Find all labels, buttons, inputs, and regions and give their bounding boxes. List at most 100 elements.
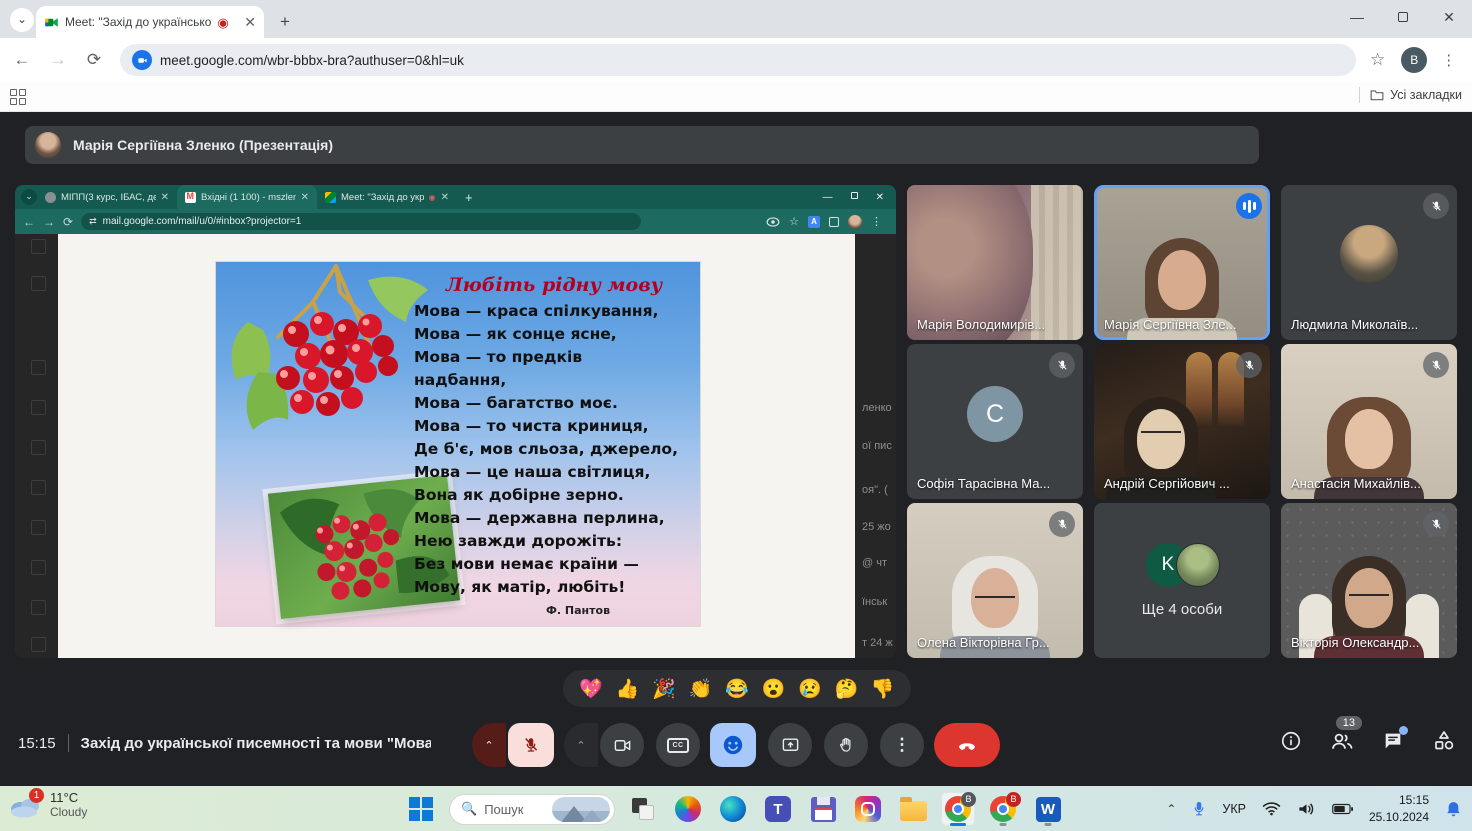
participant-tile[interactable]: Олена Вікторівна Гр... xyxy=(907,503,1083,658)
participant-tile[interactable]: Людмила Миколаїв... xyxy=(1281,185,1457,340)
shared-forward-icon: → xyxy=(43,215,55,229)
shared-tab-gmail: Вхідні (1 100) - mszlenko.fulkm ✕ xyxy=(177,185,317,209)
participant-tile[interactable]: Марія Володимирів... xyxy=(907,185,1083,340)
profile-avatar[interactable]: B xyxy=(1401,47,1427,73)
meeting-details-button[interactable] xyxy=(1280,730,1302,752)
search-placeholder: Пошук xyxy=(484,802,545,817)
system-tray: ⌃ УКР 15:15 25.10.2024 xyxy=(1166,786,1462,831)
people-panel-button[interactable]: 13 xyxy=(1330,730,1354,752)
hidden-icons-chevron[interactable]: ⌃ xyxy=(1166,802,1176,816)
window-maximize-button[interactable] xyxy=(1380,0,1426,36)
participant-tile[interactable]: Анастасія Михайлів... xyxy=(1281,344,1457,499)
battery-icon[interactable] xyxy=(1332,803,1353,815)
mic-options-chevron[interactable]: ⌃ xyxy=(472,723,506,767)
chrome-profile2-button[interactable]: B xyxy=(986,792,1020,826)
people-icon xyxy=(1330,730,1354,752)
browser-tab-meet[interactable]: Meet: "Захід до українсько ◉ ✕ xyxy=(36,6,264,38)
instagram-button[interactable] xyxy=(851,792,885,826)
shared-tab3-close-icon: ✕ xyxy=(441,192,449,203)
task-view-button[interactable] xyxy=(626,792,660,826)
teams-button[interactable]: T xyxy=(761,792,795,826)
shared-menu-icon: ⋮ xyxy=(871,215,882,228)
edge-icon xyxy=(720,796,746,822)
taskbar-search[interactable]: 🔍 Пошук xyxy=(449,794,615,825)
taskbar-clock[interactable]: 15:15 25.10.2024 xyxy=(1369,792,1429,824)
save-app-button[interactable] xyxy=(806,792,840,826)
camera-button[interactable] xyxy=(600,723,644,767)
present-icon xyxy=(781,736,800,755)
present-button[interactable] xyxy=(768,723,812,767)
meet-favicon xyxy=(44,15,59,30)
reaction-party[interactable]: 🎉 xyxy=(652,677,676,701)
forward-button[interactable]: → xyxy=(44,50,72,70)
reaction-thumbs-up[interactable]: 👍 xyxy=(616,677,640,701)
window-minimize-button[interactable]: — xyxy=(1334,0,1380,36)
activities-button[interactable] xyxy=(1432,730,1456,752)
tab-close-icon[interactable]: ✕ xyxy=(244,14,256,31)
reaction-cry[interactable]: 😢 xyxy=(798,677,822,701)
shared-tab-moodle: МІПП(3 курс, ІБАС, денна): МК ✕ xyxy=(37,185,177,209)
mic-in-use-icon[interactable] xyxy=(1192,800,1206,818)
tray-time: 15:15 xyxy=(1369,792,1429,808)
captions-button[interactable]: CC xyxy=(656,723,700,767)
presenter-name: Марія Сергіївна Зленко (Презентація) xyxy=(73,137,333,153)
taskbar-center: 🔍 Пошук T B B W xyxy=(404,791,1065,827)
participant-letter-avatar: C xyxy=(967,386,1023,442)
reactions-button[interactable] xyxy=(710,723,756,767)
all-bookmarks-button[interactable]: Усі закладки xyxy=(1359,87,1462,103)
folder-icon xyxy=(900,801,927,821)
overflow-photo-avatar xyxy=(1176,543,1220,587)
bookmark-star-icon[interactable]: ☆ xyxy=(1370,50,1385,70)
participant-tile[interactable]: Андрій Сергійович ... xyxy=(1094,344,1270,499)
reaction-thumbs-down[interactable]: 👎 xyxy=(871,677,895,701)
reactions-bar: 💖 👍 🎉 👏 😂 😮 😢 🤔 👎 xyxy=(563,670,911,707)
word-button[interactable]: W xyxy=(1031,792,1065,826)
address-bar[interactable]: meet.google.com/wbr-bbbx-bra?authuser=0&… xyxy=(120,44,1356,76)
reaction-surprised[interactable]: 😮 xyxy=(762,677,786,701)
reaction-laugh[interactable]: 😂 xyxy=(725,677,749,701)
end-call-button[interactable] xyxy=(934,723,1000,767)
captions-icon: CC xyxy=(667,738,689,753)
chrome-profile1-button[interactable]: B xyxy=(941,792,975,826)
gmail-checkbox xyxy=(31,400,46,415)
copilot-button[interactable] xyxy=(671,792,705,826)
new-tab-button[interactable]: + xyxy=(272,9,298,35)
shared-tab2-title: Вхідні (1 100) - mszlenko.fulkm xyxy=(201,192,296,203)
window-close-button[interactable]: ✕ xyxy=(1426,0,1472,36)
task-view-icon xyxy=(632,798,654,820)
shared-tab1-title: МІПП(3 курс, ІБАС, денна): МК xyxy=(61,192,156,203)
mic-mute-button[interactable] xyxy=(508,723,554,767)
reaction-clap[interactable]: 👏 xyxy=(689,677,713,701)
tab-search-chevron-icon[interactable]: ⌄ xyxy=(10,8,34,32)
edge-button[interactable] xyxy=(716,792,750,826)
tab-groups-icon[interactable] xyxy=(10,89,26,105)
browser-menu-icon[interactable]: ⋮ xyxy=(1441,51,1456,69)
camera-options-chevron[interactable]: ⌃ xyxy=(564,723,598,767)
shared-url-text: mail.google.com/mail/u/0/#inbox?projecto… xyxy=(103,216,302,227)
more-options-button[interactable]: ⋮ xyxy=(880,723,924,767)
language-indicator[interactable]: УКР xyxy=(1222,802,1246,816)
volume-icon[interactable] xyxy=(1297,801,1316,817)
reaction-thinking[interactable]: 🤔 xyxy=(834,677,858,701)
participant-tile[interactable]: C Софія Тарасівна Ма... xyxy=(907,344,1083,499)
reload-button[interactable]: ⟳ xyxy=(80,50,108,70)
file-explorer-button[interactable] xyxy=(896,792,930,826)
shared-maximize-icon xyxy=(851,192,858,199)
weather-cloud-icon: 1 xyxy=(8,792,42,818)
preview-eye-icon xyxy=(766,217,780,227)
notification-bell-icon[interactable] xyxy=(1445,800,1462,818)
chat-panel-button[interactable] xyxy=(1382,730,1404,752)
participant-name: Олена Вікторівна Гр... xyxy=(917,635,1050,650)
back-button[interactable]: ← xyxy=(8,50,36,70)
start-button[interactable] xyxy=(404,792,438,826)
weather-widget[interactable]: 1 11°C Cloudy xyxy=(8,790,87,819)
shared-screen-tile[interactable]: ⌄ МІПП(3 курс, ІБАС, денна): МК ✕ Вхідні… xyxy=(15,185,896,658)
chrome-icon: B xyxy=(945,796,971,822)
reaction-heart[interactable]: 💖 xyxy=(579,677,603,701)
participant-tile-active-speaker[interactable]: Марія Сергіївна Зле... xyxy=(1094,185,1270,340)
raise-hand-button[interactable] xyxy=(824,723,868,767)
participant-tile[interactable]: Вікторія Олександр... xyxy=(1281,503,1457,658)
gmail-checkbox xyxy=(31,360,46,375)
participant-tile-overflow[interactable]: K Ще 4 особи xyxy=(1094,503,1270,658)
wifi-icon[interactable] xyxy=(1262,801,1281,816)
